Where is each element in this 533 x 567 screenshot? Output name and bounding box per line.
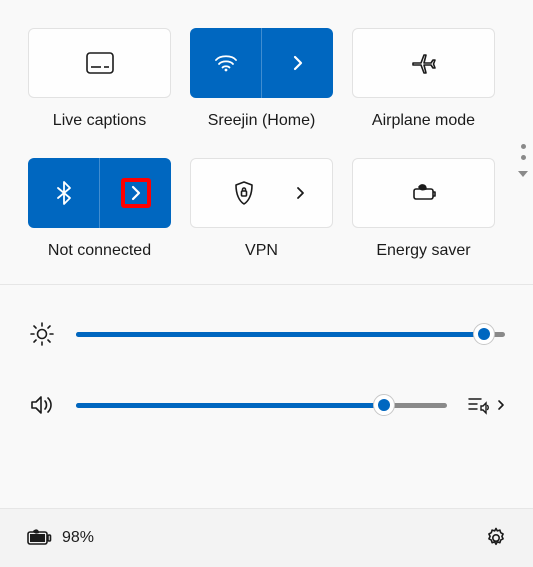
tile-wifi-expand[interactable]	[261, 28, 333, 98]
footer-bar: 98%	[0, 508, 533, 567]
battery-text: 98%	[62, 529, 94, 547]
tile-bluetooth-expand[interactable]	[99, 158, 171, 228]
tile-wifi	[190, 28, 333, 98]
tile-wifi-wrap: Sreejin (Home)	[190, 28, 333, 130]
speaker-icon	[28, 393, 56, 417]
tile-energy[interactable]	[352, 158, 495, 228]
chevron-right-icon	[292, 54, 304, 72]
tile-wifi-label: Sreejin (Home)	[208, 112, 316, 130]
leaf-battery-icon	[410, 182, 438, 204]
tiles-grid: Live captions	[0, 0, 533, 284]
tile-bluetooth-wrap: Not connected	[28, 158, 171, 260]
battery-status[interactable]: 98%	[26, 529, 94, 547]
shield-lock-icon	[233, 180, 255, 206]
chevron-right-icon	[497, 399, 505, 411]
tile-energy-label: Energy saver	[376, 242, 470, 260]
tile-wifi-toggle[interactable]	[190, 28, 261, 98]
slider-thumb[interactable]	[373, 394, 395, 416]
chevron-right-icon	[296, 186, 305, 200]
quick-settings-panel: Live captions	[0, 0, 533, 567]
highlight-box	[121, 178, 151, 208]
tile-vpn-wrap: VPN	[190, 158, 333, 260]
brightness-row	[28, 321, 505, 347]
tile-vpn	[190, 158, 333, 228]
captions-icon	[86, 52, 114, 74]
volume-slider[interactable]	[76, 394, 447, 416]
battery-icon	[26, 529, 52, 547]
panel-edge-indicator[interactable]	[517, 144, 529, 178]
gear-icon	[485, 527, 507, 549]
tile-live-captions-label: Live captions	[53, 112, 146, 130]
tile-energy-wrap: Energy saver	[352, 158, 495, 260]
volume-output-button[interactable]	[467, 395, 505, 415]
tile-bluetooth	[28, 158, 171, 228]
volume-row	[28, 393, 505, 417]
tile-airplane-label: Airplane mode	[372, 112, 475, 130]
chevron-right-icon	[130, 184, 142, 202]
tile-airplane[interactable]	[352, 28, 495, 98]
airplane-icon	[411, 51, 437, 75]
dot-icon	[521, 155, 526, 160]
wifi-icon	[214, 53, 238, 73]
bluetooth-icon	[56, 180, 72, 206]
tile-airplane-wrap: Airplane mode	[352, 28, 495, 130]
tile-live-captions[interactable]	[28, 28, 171, 98]
dot-icon	[521, 144, 526, 149]
tile-vpn-expand[interactable]	[296, 159, 332, 227]
slider-thumb[interactable]	[473, 323, 495, 345]
brightness-icon	[28, 321, 56, 347]
tile-bluetooth-toggle[interactable]	[28, 158, 99, 228]
caret-down-icon	[517, 170, 529, 178]
settings-button[interactable]	[485, 527, 507, 549]
tile-vpn-label: VPN	[245, 242, 278, 260]
tile-bluetooth-label: Not connected	[48, 242, 151, 260]
sliders-section	[0, 284, 533, 447]
tile-vpn-toggle[interactable]	[191, 159, 296, 227]
brightness-slider[interactable]	[76, 323, 505, 345]
audio-output-icon	[467, 395, 491, 415]
tile-live-captions-wrap: Live captions	[28, 28, 171, 130]
